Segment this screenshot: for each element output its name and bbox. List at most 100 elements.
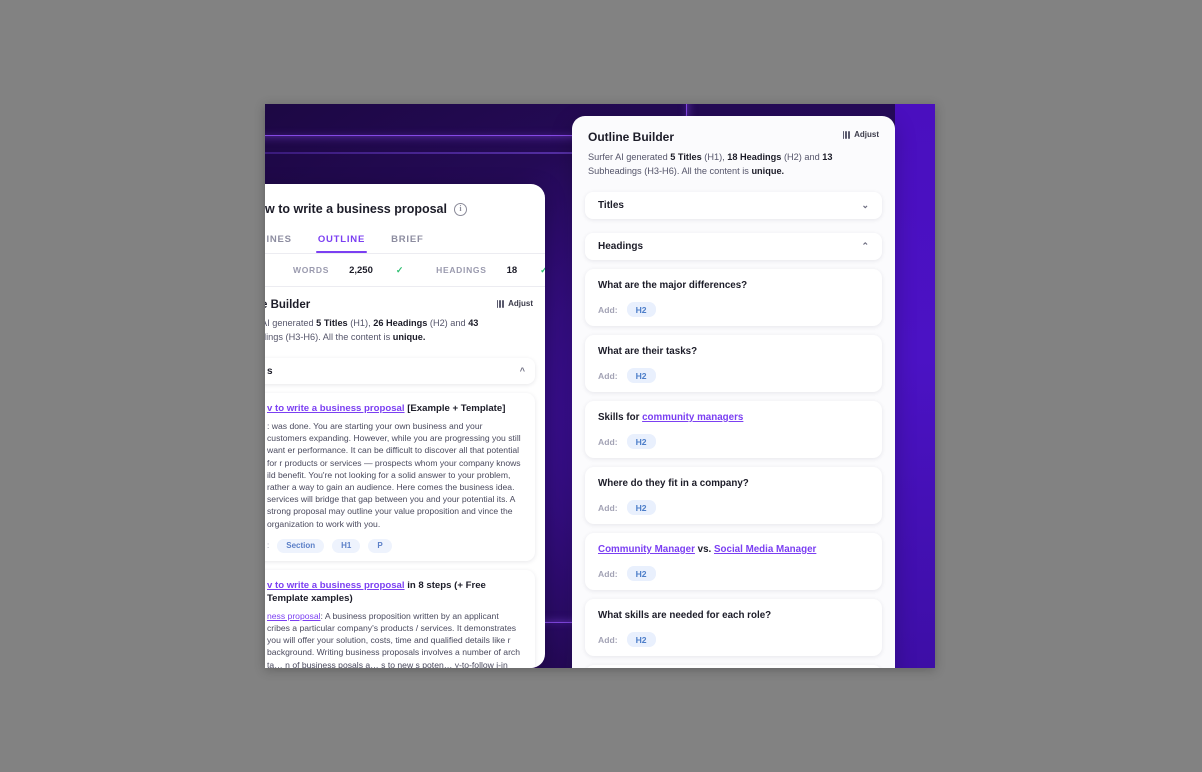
stat-headings[interactable]: HEADINGS 18 ✓: [436, 265, 545, 276]
outline-builder-panel: Outline Builder Adjust Surfer AI generat…: [572, 116, 895, 668]
desc-unique: unique.: [751, 166, 785, 176]
chips-prefix: :: [267, 541, 270, 551]
info-icon[interactable]: i: [453, 202, 467, 216]
background-right-column: [895, 104, 935, 668]
add-h2-button[interactable]: H2: [626, 302, 656, 317]
chip-section[interactable]: Section: [277, 538, 325, 553]
outline-builder-title: Outline Builder: [588, 130, 675, 144]
check-icon: ✓: [395, 264, 405, 275]
heading-card-add-row: Add: H2: [598, 368, 869, 383]
left-editor-card: w to write a business proposal i .INES O…: [265, 184, 545, 668]
left-item-heading-rest: [Example + Template]: [404, 403, 506, 414]
heading-card-text: Skills for community managers: [598, 411, 869, 424]
stat-words-value: 2,250: [349, 264, 373, 276]
add-h2-button[interactable]: H2: [626, 566, 656, 581]
heading-card-text: What are their tasks?: [598, 346, 698, 357]
tab-brief[interactable]: BRIEF: [389, 228, 426, 253]
heading-inline-link[interactable]: community managers: [642, 412, 743, 423]
desc-line2: Subheadings (H3-H6). All the content is: [588, 166, 752, 176]
chip-h1[interactable]: H1: [332, 538, 361, 553]
heading-card-add-row: Add: H2: [598, 632, 869, 647]
left-accordion-header[interactable]: s ^: [265, 358, 535, 384]
heading-card[interactable]: What skills are needed for each role? Ad…: [585, 599, 882, 656]
tab-outline[interactable]: OUTLINE: [315, 228, 368, 253]
desc-mid2: (H2) and: [427, 318, 469, 328]
desc-mid2: (H2) and: [781, 152, 823, 162]
heading-card-text: What skills are needed for each role?: [598, 610, 772, 621]
add-h2-button[interactable]: H2: [626, 434, 656, 449]
heading-card-text: What are the major differences?: [598, 280, 748, 291]
left-item-body: : was done. You are starting your own bu…: [267, 421, 521, 529]
sliders-icon: [842, 130, 850, 139]
check-icon: ✓: [540, 264, 545, 275]
document-title-row: w to write a business proposal i: [265, 184, 545, 228]
stat-headings-label: HEADINGS: [436, 265, 487, 275]
left-item-body: ness proposal: A business proposition wr…: [267, 610, 523, 668]
heading-card-add-row: Add: H2: [598, 434, 869, 449]
heading-card[interactable]: Community Manager Job Description Add: H…: [585, 665, 882, 668]
heading-inline-link-2[interactable]: Social Media Manager: [714, 544, 816, 555]
heading-prefix: Skills for: [598, 412, 643, 423]
desc-line2: dings (H3-H6). All the content is: [265, 332, 393, 342]
desc-headings: 26 Headings: [373, 318, 428, 328]
desc-titles: 5 Titles: [316, 318, 348, 328]
left-stats-bar: WORDS 2,250 ✓ HEADINGS 18 ✓: [265, 254, 545, 287]
chevron-up-icon[interactable]: ⌃: [861, 241, 869, 252]
left-item-heading: v to write a business proposal [Example …: [267, 402, 523, 415]
add-label: Add:: [598, 304, 618, 315]
add-h2-button[interactable]: H2: [626, 632, 656, 647]
add-label: Add:: [598, 568, 618, 579]
left-accordion-label: s: [267, 365, 273, 377]
desc-subcount: 43: [468, 318, 479, 328]
chip-p[interactable]: P: [368, 538, 392, 553]
heading-card[interactable]: What are the major differences? Add: H2: [585, 269, 882, 326]
desc-pre: AI generated: [265, 318, 317, 328]
outline-builder-description: Surfer AI generated 5 Titles (H1), 18 He…: [572, 144, 895, 178]
stat-headings-value: 18: [506, 264, 518, 276]
desc-unique: unique.: [392, 332, 426, 342]
add-label: Add:: [598, 634, 618, 645]
left-item-chips: : Section H1 P: [267, 538, 523, 553]
heading-card[interactable]: What are their tasks? Add: H2: [585, 335, 882, 392]
heading-mid: vs.: [694, 544, 714, 555]
accordion-headings-label: Headings: [598, 241, 644, 252]
left-tab-bar: .INES OUTLINE BRIEF: [265, 228, 545, 254]
left-item-heading: v to write a business proposal in 8 step…: [267, 579, 523, 605]
desc-mid1: (H1),: [347, 318, 374, 328]
desc-subcount: 13: [822, 152, 833, 162]
left-adjust-button[interactable]: Adjust: [496, 299, 533, 308]
add-label: Add:: [598, 436, 618, 447]
heading-card[interactable]: Where do they fit in a company? Add: H2: [585, 467, 882, 524]
left-outline-builder-title: e Builder: [265, 299, 311, 311]
left-outline-item[interactable]: v to write a business proposal in 8 step…: [265, 569, 535, 668]
heading-card-add-row: Add: H2: [598, 500, 869, 515]
chevron-down-icon[interactable]: ⌄: [861, 200, 869, 211]
accordion-headings[interactable]: Headings ⌃: [585, 233, 882, 260]
heading-inline-link[interactable]: Community Manager: [598, 544, 695, 555]
add-h2-button[interactable]: H2: [626, 368, 656, 383]
heading-card[interactable]: Skills for community managers Add: H2: [585, 401, 882, 458]
left-item-body-link[interactable]: ness proposal: [267, 611, 321, 621]
add-h2-button[interactable]: H2: [626, 500, 656, 515]
left-item-heading-link[interactable]: v to write a business proposal: [267, 403, 405, 414]
add-label: Add:: [598, 502, 618, 513]
adjust-button[interactable]: Adjust: [842, 130, 879, 139]
app-window: w to write a business proposal i .INES O…: [265, 104, 935, 668]
accordion-titles-label: Titles: [598, 200, 624, 211]
desc-pre: Surfer AI generated: [588, 152, 671, 162]
left-item-heading-link[interactable]: v to write a business proposal: [267, 580, 405, 591]
sliders-icon: [496, 299, 504, 308]
tab-guidelines[interactable]: .INES: [265, 228, 294, 253]
page-title: w to write a business proposal: [265, 202, 447, 216]
outline-builder-header: Outline Builder Adjust: [572, 116, 895, 144]
left-outline-item[interactable]: v to write a business proposal [Example …: [265, 393, 535, 561]
desc-headings: 18 Headings: [727, 152, 782, 162]
chevron-up-icon[interactable]: ^: [520, 366, 525, 376]
stat-words[interactable]: WORDS 2,250 ✓: [293, 265, 404, 276]
left-adjust-label: Adjust: [508, 299, 533, 308]
accordion-titles[interactable]: Titles ⌄: [585, 192, 882, 219]
left-outline-builder-header: e Builder Adjust: [265, 287, 545, 311]
heading-card[interactable]: Community Manager vs. Social Media Manag…: [585, 533, 882, 590]
stat-words-label: WORDS: [293, 265, 330, 275]
heading-card-add-row: Add: H2: [598, 302, 869, 317]
